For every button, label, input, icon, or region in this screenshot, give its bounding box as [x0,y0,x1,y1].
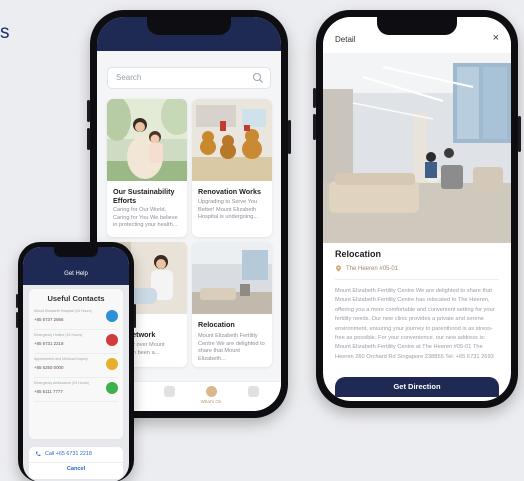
contact-row[interactable]: Appointment and Medical Enquiry +65 6250… [34,354,118,378]
side-button [16,294,18,308]
phone-notch [54,247,98,257]
phone-call-icon[interactable] [106,358,118,370]
help-screen: Get Help Useful Contacts Mount Elizabeth… [23,247,129,481]
call-number-label: Call +65 6731 2218 [45,451,92,457]
phone-notch [147,17,231,35]
search-icon[interactable] [252,72,264,84]
side-button [16,312,18,328]
get-direction-button[interactable]: Get Direction [335,377,499,397]
contact-label: Emergency Ambulance (24 Hours) [34,381,89,385]
contact-label: Emergency Hotline (24 Hours) [34,333,83,337]
side-button [313,114,316,140]
card-description: Mount Elizabeth Fertility Centre We are … [198,333,265,362]
detail-body-text: Mount Elizabeth Fertility Centre We are … [335,288,495,360]
search-placeholder: Search [116,73,142,82]
side-button [313,88,316,108]
contact-row[interactable]: Emergency Hotline (24 Hours) +65 6731 22… [34,330,118,354]
contacts-heading: Useful Contacts [47,294,105,303]
side-button [87,100,90,122]
close-icon[interactable]: × [493,32,499,44]
contact-number: +65 6731 2218 [34,341,64,346]
contact-row[interactable]: Emergency Ambulance (24 Hours) +65 6111 … [34,378,118,402]
location-pin-icon [336,265,341,272]
side-button [134,304,136,328]
detail-phone-mockup: Detail × Relocation The Heeren #05-01 Mo… [313,10,521,408]
location-text: The Heeren #05-01 [346,265,399,272]
tab-icon [247,386,259,397]
cancel-button[interactable]: Cancel [29,466,123,472]
help-phone-mockup: Get Help Useful Contacts Mount Elizabeth… [16,242,136,481]
contacts-list: Useful Contacts Mount Elizabeth Hospital… [29,289,123,439]
help-title: Get Help [64,271,88,277]
search-input[interactable]: Search [107,67,271,89]
phone-call-icon[interactable] [106,310,118,322]
tab-item[interactable] [233,386,273,399]
news-card-sustainability[interactable]: Our Sustainability Efforts Caring for Ou… [107,99,187,237]
news-card-renovation[interactable]: Renovation Works Upgrading to Serve You … [192,99,272,237]
news-card-relocation[interactable]: Relocation Mount Elizabeth Fertility Cen… [192,242,272,367]
contact-row[interactable]: Mount Elizabeth Hospital (24 Hours) +65 … [34,306,118,330]
divider [335,279,499,280]
whats-on-icon [205,386,217,397]
tab-whats-on[interactable]: What's On [191,386,231,404]
detail-heading: Relocation [335,249,382,259]
side-button [518,116,521,152]
tab-icon [163,386,175,397]
card-description: Upgrading to Serve You Better! Mount Eli… [198,199,259,220]
detail-title: Detail [335,35,356,44]
card-title: Renovation Works [198,187,261,196]
card-title: Relocation [198,320,235,329]
location-row: The Heeren #05-01 [335,265,398,272]
side-button [87,128,90,150]
side-button [288,120,291,154]
tab-item[interactable] [149,386,189,399]
card-description: Caring for Our World, Caring for You We … [113,207,178,228]
detail-screen: Detail × Relocation The Heeren #05-01 Mo… [323,17,511,401]
card-title: Our Sustainability Efforts [113,187,175,205]
clinic-lobby-photo [323,53,511,243]
contact-number: +65 6737 2666 [34,317,64,322]
phone-call-icon[interactable] [106,334,118,346]
call-option[interactable]: Call +65 6731 2218 [35,451,92,457]
contact-label: Mount Elizabeth Hospital (24 Hours) [34,309,92,313]
phone-notch [377,17,457,35]
card-image-mother-child [107,99,187,181]
card-image-lobby [192,242,272,314]
contact-label: Appointment and Medical Enquiry [34,357,88,361]
card-image-teddy-bears [192,99,272,181]
contact-number: +65 6111 7777 [34,389,63,394]
phone-call-icon[interactable] [106,382,118,394]
cropped-edge-text: s [0,22,10,43]
contact-number: +65 6250 0000 [34,365,64,370]
divider [29,462,123,463]
call-action-sheet: Call +65 6731 2218 Cancel [29,447,123,479]
phone-icon [35,451,41,457]
